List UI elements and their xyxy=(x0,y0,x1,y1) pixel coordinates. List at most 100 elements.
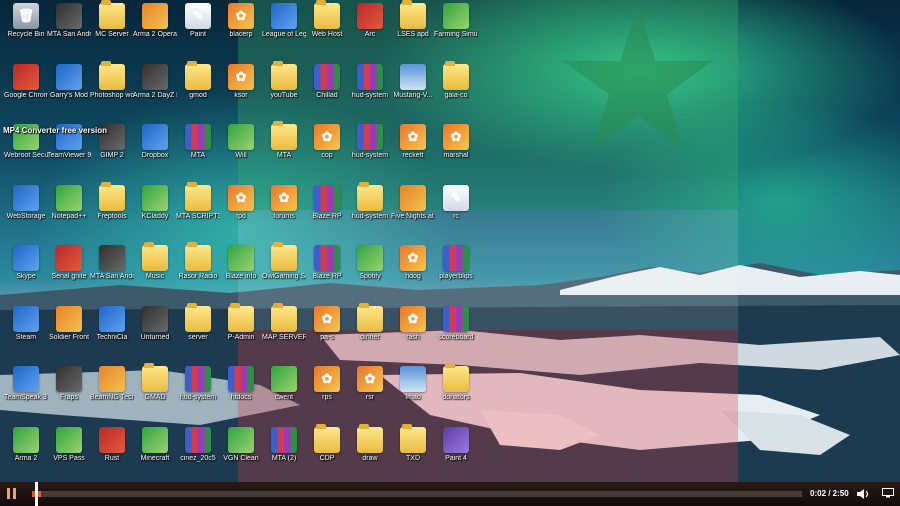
desktop-icon[interactable]: Blaze RP xyxy=(305,184,349,241)
desktop-icon[interactable]: VGN Clean xyxy=(219,426,263,483)
desktop-icon[interactable]: MTA xyxy=(262,121,306,180)
desktop-icon[interactable]: CDP xyxy=(305,423,349,483)
desktop-icon[interactable]: Freptools xyxy=(90,181,134,241)
desktop-icon[interactable]: hud-system xyxy=(348,181,392,241)
folder-icon xyxy=(185,60,211,90)
desktop-icon[interactable]: Notepad++ xyxy=(47,184,91,241)
desktop-icon[interactable]: Music xyxy=(133,242,177,301)
desktop-icon[interactable]: Arma 2 DayZ Mod xyxy=(133,63,177,120)
desktop-icon[interactable]: BeamNG Techdemo xyxy=(90,366,134,422)
folder-icon xyxy=(185,181,211,211)
desktop-icon-label: youTube xyxy=(270,91,298,99)
desktop-icon[interactable]: LSES apd xyxy=(391,0,435,59)
volume-icon[interactable] xyxy=(856,487,870,501)
desktop-icon[interactable]: MTA San Andreas 1.4 xyxy=(90,245,134,301)
desktop-icon[interactable]: GMAD xyxy=(133,363,177,422)
desktop-icon[interactable]: server xyxy=(176,302,220,362)
desktop-icon[interactable]: scoreboard xyxy=(434,305,478,362)
desktop-icon[interactable]: Minecraft xyxy=(133,426,177,483)
desktop-icon[interactable]: hud-system xyxy=(176,366,220,422)
desktop-icon[interactable]: cinez_20c5 xyxy=(176,426,220,483)
desktop-icon[interactable]: ✿ rsr xyxy=(348,366,392,422)
desktop-icon[interactable]: Blaze RP xyxy=(305,245,349,301)
desktop-icon[interactable]: MAP SERVER xyxy=(262,302,306,362)
desktop-icon[interactable]: ✿ ksor xyxy=(219,63,263,120)
desktop-icon-label: Photoshop work xyxy=(90,91,134,99)
desktop-icon[interactable]: hud-system xyxy=(348,124,392,180)
pause-button[interactable] xyxy=(4,486,20,502)
desktop-icon[interactable]: playerblips xyxy=(434,245,478,301)
desktop-icon[interactable]: Skype xyxy=(4,245,48,301)
desktop-icon[interactable]: ✿ blacerp xyxy=(219,3,263,59)
desktop-icon[interactable]: MC Server xyxy=(90,0,134,59)
desktop-icon[interactable]: TeamSpeak 3 Client xyxy=(4,366,48,422)
desktop-icon[interactable]: ✿ reckett xyxy=(391,124,435,180)
desktop-icon[interactable]: Google Chrome xyxy=(4,63,48,120)
folder-icon xyxy=(271,121,297,150)
desktop-icon[interactable]: Photoshop work xyxy=(90,60,134,120)
desktop-icon[interactable]: Imao xyxy=(391,366,435,422)
desktop-icon[interactable]: donators xyxy=(434,363,478,422)
desktop-icon[interactable]: Paint 4 xyxy=(434,426,478,483)
desktop-icon[interactable]: 🗑 Recycle Bin xyxy=(4,3,48,59)
desktop-icon[interactable]: htdocs xyxy=(219,366,263,422)
desktop-icon[interactable]: ✿ hdog xyxy=(391,245,435,301)
desktop-icon[interactable]: Arc xyxy=(348,3,392,59)
desktop-icon[interactable]: MTA xyxy=(176,124,220,180)
desktop-icon[interactable]: P-Admin xyxy=(219,302,263,362)
desktop-icon[interactable]: ✎ rc xyxy=(434,184,478,241)
desktop-icon[interactable]: ✿ pa-s xyxy=(305,305,349,362)
desktop-icon[interactable]: MTA SCRIPTS xyxy=(176,181,220,241)
desktop-icon[interactable]: League of Legends xyxy=(262,3,306,59)
desktop-icon[interactable]: MTA San Andreas 1.3 xyxy=(47,3,91,59)
desktop-icon[interactable]: cwent xyxy=(262,366,306,422)
desktop-icon[interactable]: Web Host xyxy=(305,0,349,59)
scrub-handle[interactable] xyxy=(35,482,38,506)
desktop-icon[interactable]: Will xyxy=(219,124,263,180)
desktop-icon[interactable]: Unturned xyxy=(133,305,177,362)
desktop-icon[interactable]: Blaze info xyxy=(219,245,263,301)
desktop-icon[interactable]: VPS Pass xyxy=(47,426,91,483)
desktop-icon-label: Soldier Front xyxy=(48,333,90,341)
desktop-icon[interactable]: Dropbox xyxy=(133,124,177,180)
desktop-icon[interactable]: ✿ forums xyxy=(262,184,306,241)
desktop-icon[interactable]: Arma 2 xyxy=(4,426,48,483)
desktop-icon[interactable]: TechniCla xyxy=(90,305,134,362)
desktop-icon[interactable]: Mustang-V... xyxy=(391,63,435,120)
desktop-icon[interactable]: Rasor Radio xyxy=(176,242,220,301)
rar-icon xyxy=(357,124,383,150)
desktop-icon[interactable]: dinner xyxy=(348,302,392,362)
desktop-icon[interactable]: ✿ fpd xyxy=(219,184,263,241)
desktop-icon[interactable]: Spotify xyxy=(348,245,392,301)
desktop-icon[interactable]: draw xyxy=(348,423,392,483)
rar-icon xyxy=(443,245,469,271)
desktop-icon[interactable]: hud-system xyxy=(348,63,392,120)
desktop-icon[interactable]: Five Nights at Freddy's xyxy=(391,184,435,241)
desktop-icon[interactable]: KCladdy xyxy=(133,184,177,241)
desktop-icon[interactable]: Steam xyxy=(4,305,48,362)
desktop-icon[interactable]: Arma 2 Operati... xyxy=(133,3,177,59)
desktop-icon[interactable]: MTA (2) xyxy=(262,426,306,483)
red-icon xyxy=(13,63,39,90)
desktop-icon[interactable]: Garry's Mod xyxy=(47,63,91,120)
folder-icon xyxy=(185,242,211,271)
desktop-icon[interactable]: TXD xyxy=(391,423,435,483)
desktop-icon[interactable]: Serial gnite xyxy=(47,245,91,301)
desktop-icon[interactable]: Chillad xyxy=(305,63,349,120)
desktop-icon[interactable]: WebStorage xyxy=(4,184,48,241)
desktop-icon[interactable]: ✎ Paint xyxy=(176,3,220,59)
desktop-icon[interactable]: Rust xyxy=(90,426,134,483)
desktop-icon[interactable]: Farming Simulator 15 xyxy=(434,3,478,59)
desktop-icon[interactable]: ✿ cop xyxy=(305,124,349,180)
desktop-icon[interactable]: gmod xyxy=(176,60,220,120)
desktop-icon[interactable]: youTube xyxy=(262,60,306,120)
desktop-icon[interactable]: Fraps xyxy=(47,366,91,422)
desktop-icon[interactable]: ✿ rash xyxy=(391,305,435,362)
desktop-icon[interactable]: ✿ marshal xyxy=(434,124,478,180)
progress-track[interactable] xyxy=(32,491,802,497)
desktop-icon[interactable]: Soldier Front xyxy=(47,305,91,362)
desktop-icon[interactable]: gaia-co xyxy=(434,60,478,120)
fullscreen-icon[interactable] xyxy=(882,488,894,498)
desktop-icon[interactable]: ✿ rps xyxy=(305,366,349,422)
desktop-icon[interactable]: OwlGaming Scripts xyxy=(262,242,306,301)
